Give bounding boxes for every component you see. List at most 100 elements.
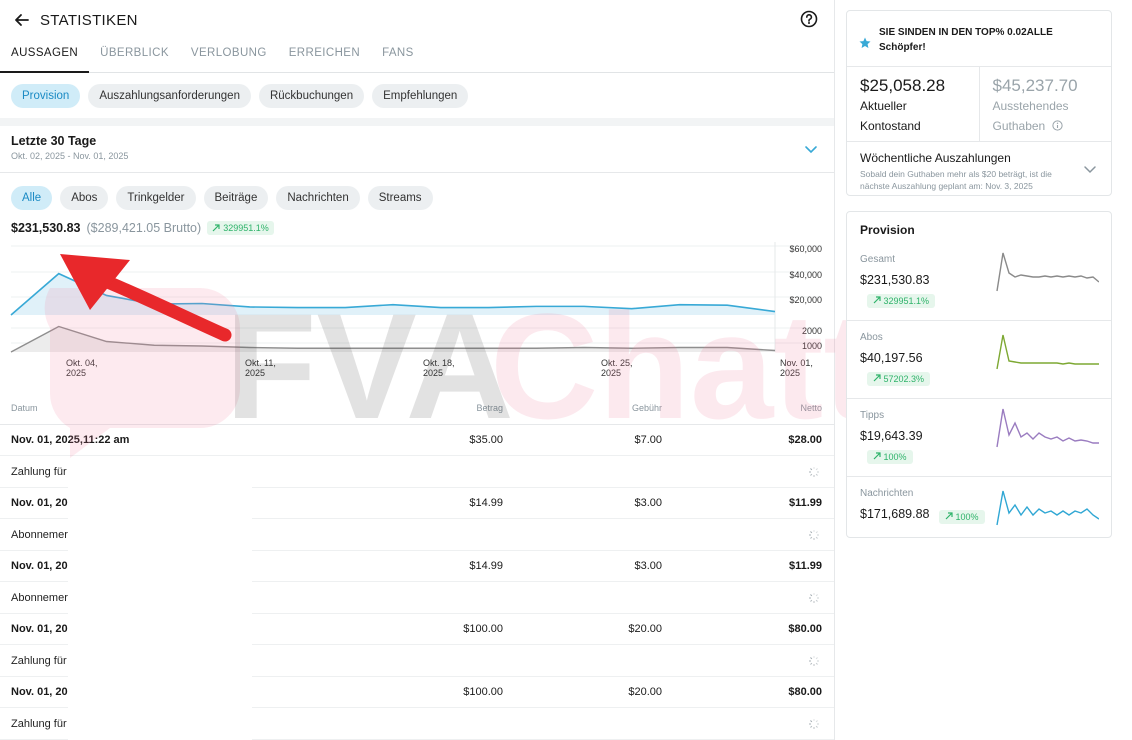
- provision-item-badge: 100%: [939, 510, 985, 524]
- top-creator-banner: SIE SINDEN IN DEN TOP% 0.02ALLE Schöpfer…: [847, 11, 1111, 67]
- current-balance-amount: $25,058.28: [860, 76, 946, 95]
- x-tick: Okt. 04, 2025: [66, 358, 98, 378]
- chip-provision[interactable]: Provision: [11, 84, 81, 108]
- table-row[interactable]: Nov. 01, 2025,11:22 am $35.00 $7.00 $28.…: [0, 425, 834, 456]
- provision-item-name: Gesamt: [860, 254, 896, 265]
- balance-card: SIE SINDEN IN DEN TOP% 0.02ALLE Schöpfer…: [846, 10, 1112, 196]
- provision-item-value: $19,643.39: [860, 429, 923, 443]
- sparkline-line: [996, 252, 1099, 292]
- tab-aussagen[interactable]: AUSSAGEN: [0, 40, 90, 73]
- current-balance-label: Kontostand: [860, 119, 921, 133]
- y-tick: $40,000: [789, 270, 822, 280]
- y-tick: 2000: [801, 326, 822, 336]
- red-arrow-annotation: [60, 254, 232, 342]
- provision-item-name: Tipps: [860, 410, 885, 421]
- x-tick-year: 2025: [66, 368, 87, 378]
- provision-item-gesamt[interactable]: Gesamt $231,530.83 329951.1%: [847, 243, 1111, 321]
- period-label: Letzte 30 Tage: [11, 134, 97, 148]
- statistics-tabs: AUSSAGEN ÜBERBLICK VERLOBUNG ERREICHEN F…: [0, 40, 834, 73]
- back-arrow-icon[interactable]: [12, 10, 32, 30]
- change-badge: 329951.1%: [207, 221, 274, 235]
- trend-up-icon: [873, 452, 881, 460]
- row-amount: $35.00: [469, 434, 503, 446]
- help-icon[interactable]: [800, 10, 820, 30]
- info-icon[interactable]: [1051, 120, 1063, 131]
- weekly-payout-toggle[interactable]: Wöchentliche Auszahlungen Sobald dein Gu…: [847, 142, 1111, 195]
- pending-balance: $45,237.70 Ausstehendes Guthaben: [978, 67, 1112, 141]
- tab-fans[interactable]: FANS: [371, 40, 425, 73]
- divider: [0, 118, 834, 126]
- filter-all[interactable]: Alle: [11, 186, 53, 210]
- type-filter-chips: Alle Abos Trinkgelder Beiträge Nachricht…: [0, 173, 834, 218]
- tab-verlobung[interactable]: VERLOBUNG: [180, 40, 278, 73]
- provision-card: Provision Gesamt $231,530.83 329951.1% A…: [846, 211, 1112, 538]
- chip-chargebacks[interactable]: Rückbuchungen: [258, 84, 365, 108]
- row-date: Nov. 01, 202: [11, 686, 74, 698]
- col-amount: Betrag: [476, 403, 503, 413]
- provision-item-badge: 329951.1%: [867, 294, 936, 308]
- provision-list: Gesamt $231,530.83 329951.1% Abos $40,19…: [847, 243, 1111, 537]
- chevron-down-icon[interactable]: [804, 142, 818, 156]
- provision-item-nachrichten[interactable]: Nachrichten $171,689.88 100%: [847, 477, 1111, 537]
- row-amount: $14.99: [469, 560, 503, 572]
- filter-streams[interactable]: Streams: [367, 186, 433, 210]
- provision-item-change: 329951.1%: [883, 296, 930, 306]
- period-selector[interactable]: Letzte 30 Tage Okt. 02, 2025 - Nov. 01, …: [0, 126, 834, 173]
- filter-messages[interactable]: Nachrichten: [276, 186, 360, 210]
- x-tick-date: Okt. 18,: [423, 358, 455, 368]
- col-fee: Gebühr: [631, 403, 662, 413]
- page-title: STATISTIKEN: [40, 11, 138, 29]
- row-net: $80.00: [788, 623, 822, 635]
- loading-spinner-icon: [809, 593, 819, 603]
- category-chips: Provision Auszahlungsanforderungen Rückb…: [0, 73, 834, 118]
- chevron-down-icon[interactable]: [1083, 162, 1097, 176]
- trend-up-icon: [873, 374, 881, 382]
- col-date: Datum: [11, 403, 38, 413]
- trend-up-icon: [945, 512, 953, 520]
- provision-item-change: 100%: [955, 512, 979, 522]
- provision-sparkline: [996, 334, 1099, 370]
- provision-item-abos[interactable]: Abos $40,197.56 57202.3%: [847, 321, 1111, 399]
- balances: $25,058.28 Aktueller Kontostand $45,237.…: [847, 67, 1111, 142]
- payout-description: Sobald dein Guthaben mehr als $20 beträg…: [860, 169, 1052, 191]
- chip-referrals[interactable]: Empfehlungen: [372, 84, 469, 108]
- provision-item-badge: 100%: [867, 450, 913, 464]
- row-net: $28.00: [788, 434, 822, 446]
- provision-sparkline: [996, 252, 1099, 292]
- banner-text: SIE SINDEN IN DEN TOP% 0.02ALLE Schöpfer…: [879, 27, 1053, 53]
- sparkline-line: [996, 490, 1099, 526]
- filter-posts[interactable]: Beiträge: [203, 186, 269, 210]
- trend-up-icon: [873, 296, 881, 304]
- filter-subscriptions[interactable]: Abos: [60, 186, 109, 210]
- y-tick: $20,000: [789, 295, 822, 305]
- x-tick: Okt. 18, 2025: [423, 358, 455, 378]
- provision-item-value: $171,689.88: [860, 507, 930, 521]
- tab-erreichen[interactable]: ERREICHEN: [278, 40, 371, 73]
- provision-item-name: Abos: [860, 332, 883, 343]
- filter-tips[interactable]: Trinkgelder: [116, 186, 196, 210]
- col-net: Netto: [800, 403, 822, 413]
- x-tick: Okt. 25, 2025: [601, 358, 633, 378]
- chip-payout-requests[interactable]: Auszahlungsanforderungen: [88, 84, 251, 108]
- statements-panel: STATISTIKEN AUSSAGEN ÜBERBLICK VERLOBUNG…: [0, 0, 835, 740]
- table-header: Datum Betrag Gebühr Netto: [0, 392, 834, 425]
- x-tick-date: Okt. 25,: [601, 358, 633, 368]
- x-tick-date: Okt. 04,: [66, 358, 98, 368]
- provision-item-change: 100%: [883, 452, 907, 462]
- pending-balance-label: Ausstehendes: [992, 99, 1069, 113]
- provision-item-tipps[interactable]: Tipps $19,643.39 100%: [847, 399, 1111, 477]
- row-amount: $14.99: [469, 497, 503, 509]
- row-date: Nov. 01, 202: [11, 497, 74, 509]
- provision-item-name: Nachrichten: [860, 488, 914, 499]
- row-description: Abonnemer: [11, 592, 68, 604]
- row-net: $11.99: [788, 497, 822, 509]
- row-net: $80.00: [788, 686, 822, 698]
- provision-item-value: $40,197.56: [860, 351, 923, 365]
- trend-up-icon: [212, 224, 220, 232]
- provision-sparkline: [996, 490, 1099, 526]
- x-tick-year: 2025: [245, 368, 266, 378]
- net-total: $231,530.83: [11, 221, 81, 235]
- tab-ueberblick[interactable]: ÜBERBLICK: [89, 40, 180, 73]
- x-tick-year: 2025: [780, 368, 801, 378]
- loading-spinner-icon: [809, 719, 819, 729]
